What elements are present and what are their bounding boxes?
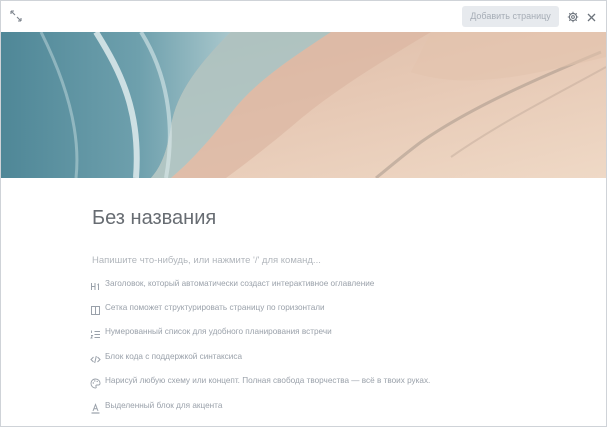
cover-image[interactable]	[1, 32, 606, 178]
highlight-icon	[90, 401, 101, 414]
suggestion-text: Заголовок, который автоматически создаст…	[105, 279, 375, 288]
numbered-list-icon	[90, 327, 101, 339]
columns-icon	[90, 303, 101, 315]
suggestion-highlight[interactable]: Выделенный блок для акцента	[90, 399, 510, 415]
expand-icon[interactable]	[9, 9, 23, 23]
suggestion-heading[interactable]: Заголовок, который автоматически создаст…	[90, 277, 510, 293]
suggestion-text: Блок кода с поддержкой синтаксиса	[105, 352, 242, 361]
suggestion-drawing[interactable]: Нарисуй любую схему или концепт. Полная …	[90, 374, 510, 390]
page-title[interactable]: Без названия	[92, 207, 216, 230]
code-icon	[90, 352, 101, 364]
content-placeholder[interactable]: Напишите что-нибудь, или нажмите '/' для…	[92, 255, 321, 266]
close-icon[interactable]	[586, 10, 597, 22]
heading-icon	[90, 279, 101, 290]
page-editor-window: Добавить страницу Без названия Напишите …	[0, 0, 607, 427]
suggestion-text: Нумерованный список для удобного планиро…	[105, 327, 332, 336]
suggestion-text: Сетка поможет структурировать страницу п…	[105, 303, 325, 312]
suggestion-numbered-list[interactable]: Нумерованный список для удобного планиро…	[90, 325, 510, 341]
suggestion-text: Выделенный блок для акцента	[105, 401, 223, 410]
suggestion-columns[interactable]: Сетка поможет структурировать страницу п…	[90, 301, 510, 317]
add-page-button[interactable]: Добавить страницу	[462, 6, 559, 27]
gear-icon[interactable]	[567, 10, 579, 23]
palette-icon	[90, 376, 101, 389]
suggestion-text: Нарисуй любую схему или концепт. Полная …	[105, 376, 431, 385]
suggestion-code[interactable]: Блок кода с поддержкой синтаксиса	[90, 350, 510, 366]
top-bar: Добавить страницу	[1, 1, 606, 32]
